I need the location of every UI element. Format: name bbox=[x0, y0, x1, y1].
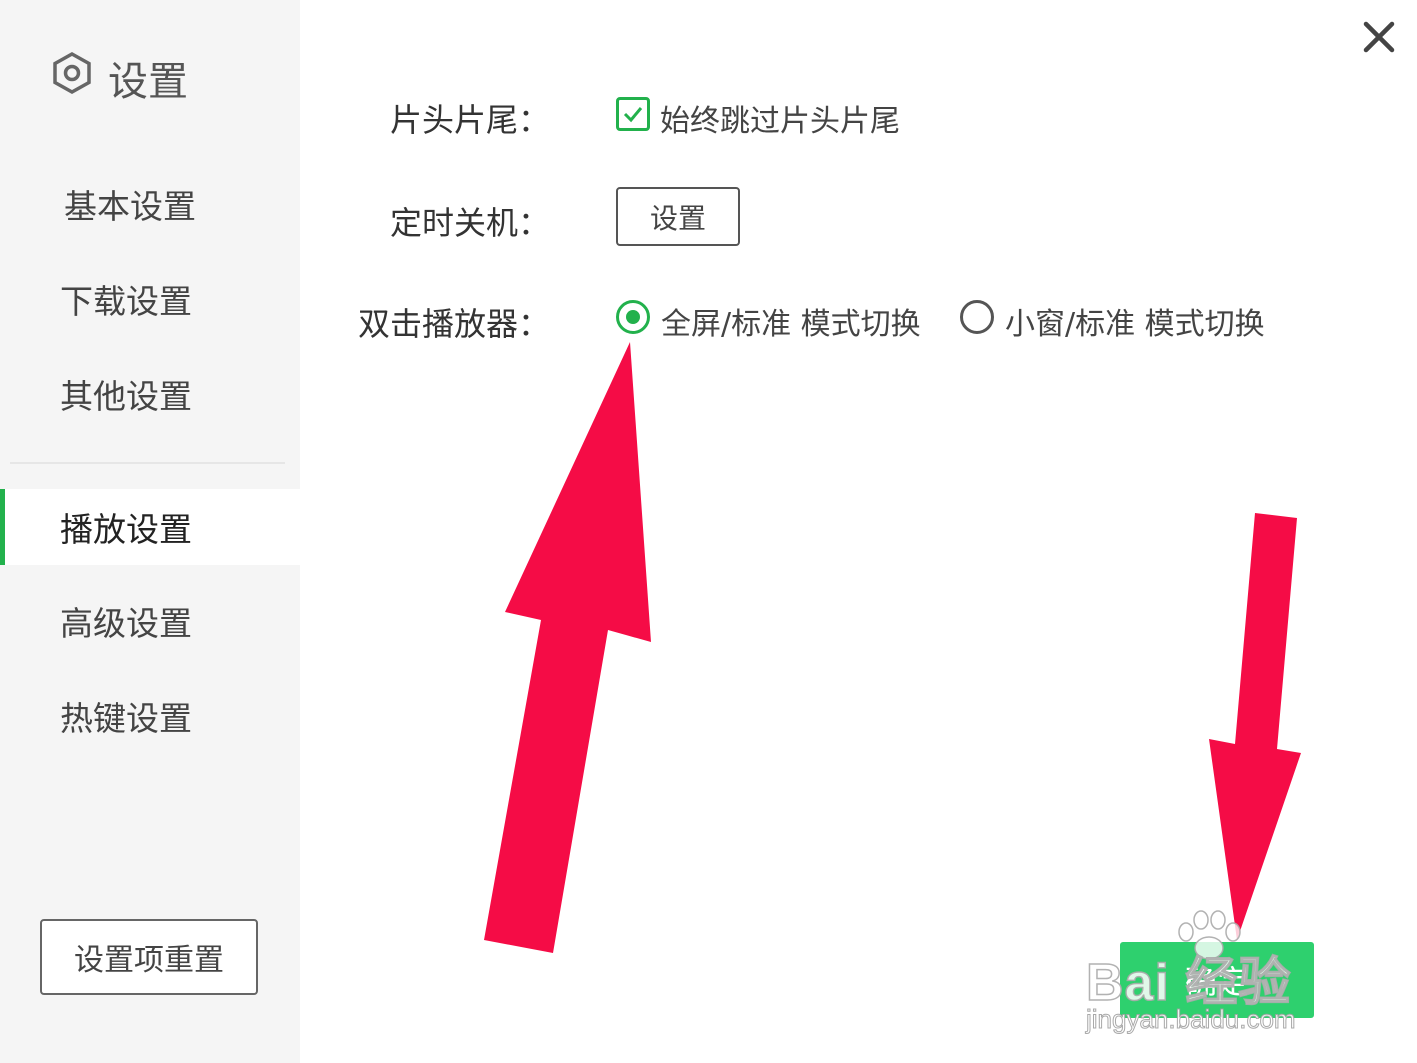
sidebar-item-download[interactable]: 下载设置 bbox=[0, 261, 300, 337]
sleep-timer-label: 定时关机： bbox=[389, 204, 550, 242]
fullscreen-mode-radio[interactable] bbox=[616, 300, 650, 334]
reset-settings-button[interactable]: 设置项重置 bbox=[40, 919, 258, 995]
annotation-arrow-up bbox=[484, 342, 651, 953]
settings-sidebar: 设置 基本设置 下载设置 其他设置 播放设置 高级设置 热键设置 设置项重置 bbox=[0, 0, 300, 1063]
sidebar-item-basic[interactable]: 基本设置 bbox=[0, 166, 300, 242]
sidebar-item-playback[interactable]: 播放设置 bbox=[0, 489, 300, 565]
ok-button[interactable]: 确定 bbox=[1120, 942, 1314, 1018]
sidebar-item-hotkeys[interactable]: 热键设置 bbox=[0, 678, 300, 754]
miniwindow-mode-label[interactable]: 小窗/标准 模式切换 bbox=[1005, 299, 1265, 343]
settings-title-text: 设置 bbox=[108, 59, 188, 105]
intro-outro-label: 片头片尾： bbox=[389, 101, 550, 139]
sidebar-item-other[interactable]: 其他设置 bbox=[0, 356, 300, 432]
sidebar-item-label: 高级设置 bbox=[60, 604, 192, 643]
miniwindow-mode-radio[interactable] bbox=[960, 300, 994, 334]
sidebar-item-label: 其他设置 bbox=[60, 377, 192, 416]
skip-intro-outro-label[interactable]: 始终跳过片头片尾 bbox=[660, 96, 900, 140]
check-icon bbox=[623, 107, 643, 123]
close-icon[interactable] bbox=[1358, 16, 1400, 58]
sidebar-item-label: 播放设置 bbox=[60, 510, 192, 549]
skip-intro-outro-checkbox[interactable] bbox=[616, 97, 650, 131]
sidebar-item-label: 基本设置 bbox=[64, 187, 196, 226]
settings-title: 设置 bbox=[50, 51, 188, 105]
sleep-timer-settings-button[interactable]: 设置 bbox=[616, 187, 740, 246]
sidebar-item-label: 下载设置 bbox=[60, 282, 192, 321]
fullscreen-mode-label[interactable]: 全屏/标准 模式切换 bbox=[661, 299, 921, 343]
sidebar-divider bbox=[10, 462, 285, 464]
gear-icon bbox=[50, 51, 94, 105]
double-click-label: 双击播放器： bbox=[357, 305, 550, 343]
sidebar-item-advanced[interactable]: 高级设置 bbox=[0, 583, 300, 659]
annotation-arrow-down bbox=[1209, 513, 1301, 940]
sidebar-item-label: 热键设置 bbox=[60, 699, 192, 738]
